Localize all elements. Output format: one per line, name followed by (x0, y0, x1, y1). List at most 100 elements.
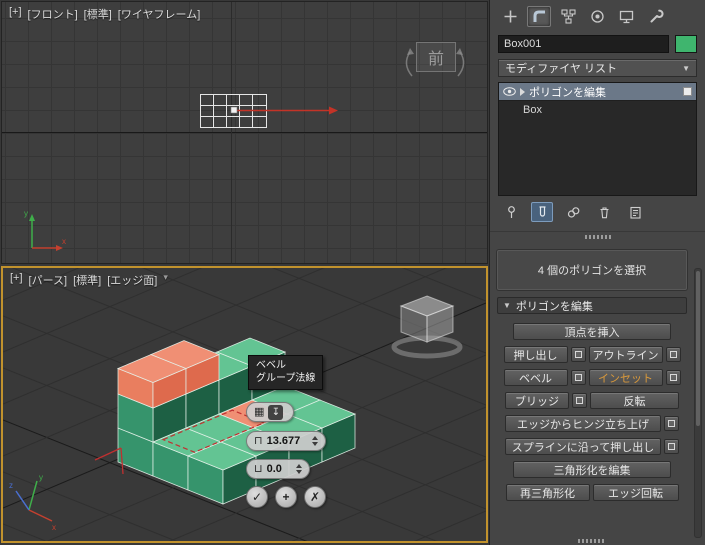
rollout-arrow-icon: ▼ (503, 301, 511, 310)
object-color-swatch[interactable] (675, 35, 697, 53)
selection-status-box: 4 個のポリゴンを選択 (497, 250, 687, 290)
caddy-apply-button[interactable]: + (275, 486, 297, 508)
hierarchy-icon (560, 9, 576, 24)
tab-motion[interactable] (585, 6, 609, 27)
front-standard-menu[interactable]: [標準] (84, 6, 112, 22)
tab-modify[interactable] (527, 6, 551, 27)
expand-arrow-icon[interactable] (520, 87, 525, 96)
show-end-result-button[interactable] (531, 202, 553, 222)
extrude-along-spline-button[interactable]: スプラインに沿って押し出し (505, 438, 661, 455)
modifier-stack: ポリゴンを編集 Box (498, 82, 697, 196)
make-unique-icon (567, 206, 579, 218)
retriangulate-button[interactable]: 再三角形化 (505, 484, 590, 501)
hinge-from-edge-button[interactable]: エッジからヒンジ立ち上げ (505, 415, 661, 432)
bevel-type-control[interactable]: ▦ ↧ (246, 402, 294, 422)
object-name-field[interactable] (498, 35, 669, 53)
viewport-perspective[interactable]: [+] [パース] [標準] [エッジ面] ▾ ベベル グループ法線 ▦ ↧ ⊓… (1, 266, 488, 543)
bevel-outline-spinner[interactable] (296, 461, 302, 477)
caddy-ok-button[interactable]: ✓ (246, 486, 268, 508)
bevel-group-icon[interactable]: ▦ (254, 406, 264, 418)
bevel-height-spinner[interactable] (312, 433, 318, 449)
motion-icon (590, 10, 604, 23)
rollup-drag-handle[interactable] (584, 235, 611, 239)
front-pov-menu[interactable]: [フロント] (28, 6, 78, 22)
settings-window-icon (669, 351, 677, 358)
edit-polygons-rollout: ▼ ポリゴンを編集 頂点を挿入 押し出し アウトライン ベベル インセット ブリ… (497, 297, 687, 501)
bridge-settings-button[interactable] (572, 393, 587, 408)
bevel-height-value[interactable]: 13.677 (267, 435, 301, 447)
front-tripod-y-label: y (24, 209, 28, 218)
modifier-enable-toggle[interactable] (683, 87, 692, 96)
modify-icon (533, 10, 545, 22)
panel-separator (490, 231, 705, 232)
outline-button[interactable]: アウトライン (588, 346, 663, 363)
inset-button[interactable]: インセット (588, 369, 663, 386)
inset-settings-button[interactable] (665, 370, 681, 385)
tab-utilities[interactable] (643, 6, 667, 27)
flip-button[interactable]: 反転 (590, 392, 679, 409)
hinge-settings-button[interactable] (664, 416, 679, 431)
configure-modifier-sets-button[interactable] (624, 202, 646, 222)
bridge-button[interactable]: ブリッジ (505, 392, 569, 409)
bevel-outline-value[interactable]: 0.0 (267, 463, 282, 475)
front-shading-menu[interactable]: [ワイヤフレーム] (118, 6, 200, 22)
extrude-settings-button[interactable] (570, 347, 586, 362)
stack-row-box[interactable]: Box (499, 101, 696, 118)
dropdown-arrow-icon[interactable]: ▼ (682, 64, 690, 73)
display-icon (619, 10, 633, 24)
remove-modifier-button[interactable] (593, 202, 615, 222)
rollout-title: ポリゴンを編集 (515, 300, 593, 313)
stack-base-object-label: Box (523, 103, 542, 116)
modifier-list-label: モディファイヤ リスト (505, 63, 617, 75)
settings-window-icon (574, 351, 582, 358)
panel-scrollbar-handle[interactable] (696, 271, 700, 426)
bevel-settings-button[interactable] (570, 370, 586, 385)
edit-triangulation-button[interactable]: 三角形化を編集 (513, 461, 671, 478)
pin-stack-button[interactable] (500, 202, 522, 222)
caddy-tooltip-line2: グループ法線 (256, 373, 316, 384)
viewcube-front-face[interactable]: 前 (416, 42, 456, 72)
bevel-caddy: ベベル グループ法線 ▦ ↧ ⊓ 13.677 ⊔ 0.0 ✓ + ✗ (3, 268, 486, 541)
turn-edge-button[interactable]: エッジ回転 (592, 484, 679, 501)
outline-settings-button[interactable] (665, 347, 681, 362)
stack-modifier-label: ポリゴンを編集 (529, 86, 606, 99)
bevel-button[interactable]: ベベル (503, 369, 568, 386)
edit-polygons-rollout-header[interactable]: ▼ ポリゴンを編集 (497, 297, 687, 314)
edit-polygons-buttons: 頂点を挿入 押し出し アウトライン ベベル インセット ブリッジ 反転 エッジか… (497, 314, 687, 501)
bevel-height-icon: ⊓ (254, 434, 263, 447)
viewport-front[interactable]: [+] [フロント] [標準] [ワイヤフレーム] 前 y x (1, 1, 488, 264)
stack-row-edit-poly[interactable]: ポリゴンを編集 (499, 83, 696, 101)
settings-window-icon (576, 397, 583, 404)
extrude-along-spline-settings-button[interactable] (664, 439, 679, 454)
stack-toolbar (490, 196, 705, 226)
insert-vertex-button[interactable]: 頂点を挿入 (513, 323, 671, 340)
front-axis-tripod: y x (24, 209, 66, 251)
caddy-cancel-button[interactable]: ✗ (304, 486, 326, 508)
make-unique-button[interactable] (562, 202, 584, 222)
selection-status-text: 4 個のポリゴンを選択 (537, 265, 647, 277)
settings-window-icon (668, 443, 675, 450)
caddy-tooltip-line1: ベベル (256, 360, 286, 371)
tab-display[interactable] (614, 6, 638, 27)
bevel-outline-icon: ⊔ (254, 462, 263, 475)
utilities-icon (650, 9, 663, 23)
command-panel-tabs (490, 0, 705, 32)
front-general-menu[interactable]: [+] (9, 6, 22, 22)
tab-hierarchy[interactable] (556, 6, 580, 27)
modifier-list-dropdown[interactable]: モディファイヤ リスト ▼ (498, 59, 697, 77)
object-name-row (498, 35, 697, 53)
bevel-outline-control[interactable]: ⊔ 0.0 (246, 459, 310, 479)
front-tripod-x-label: x (62, 237, 66, 246)
visibility-eye-icon[interactable] (503, 87, 516, 96)
extrude-button[interactable]: 押し出し (503, 346, 568, 363)
front-viewport-label: [+] [フロント] [標準] [ワイヤフレーム] (9, 6, 200, 22)
bevel-height-control[interactable]: ⊓ 13.677 (246, 431, 326, 451)
bevel-type-dropdown-icon[interactable]: ↧ (268, 404, 284, 420)
viewcube-front[interactable]: 前 (400, 34, 470, 84)
bottom-rollup-handle[interactable] (490, 536, 691, 543)
panel-scrollbar[interactable] (694, 268, 702, 538)
create-icon (504, 10, 516, 23)
tab-create[interactable] (498, 6, 522, 27)
trash-icon (600, 206, 608, 218)
configure-sets-icon (629, 206, 641, 219)
